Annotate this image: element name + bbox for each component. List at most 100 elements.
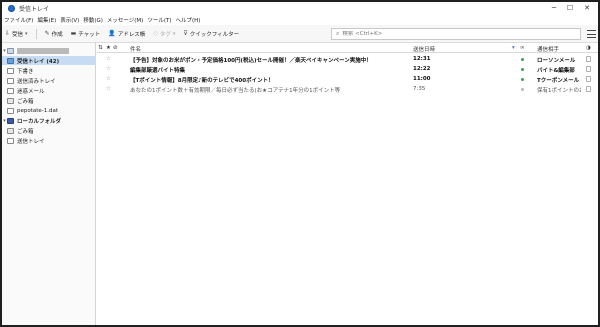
compose-label: 作成 <box>51 31 63 38</box>
message-from: 保有1ポイントのお… <box>537 88 581 94</box>
message-subject: あなたの1ポイント数＋有効期限／毎日必ず当たる(お★コアテナ1年分の1ポイント等 <box>130 88 341 94</box>
message-date: 7:35 <box>413 86 426 92</box>
quick-filter-button[interactable]: ⊽ クイックフィルター <box>183 30 239 38</box>
folder-trash[interactable]: ごみ箱 <box>2 96 96 105</box>
unread-dot-icon[interactable] <box>521 78 524 81</box>
folder-label: 送信済みトレイ <box>17 78 56 85</box>
filter-icon: ⊽ <box>183 30 188 37</box>
junk-status-icon[interactable] <box>586 86 591 92</box>
menu-view[interactable]: 表示(V) <box>60 16 79 24</box>
compose-button[interactable]: ✎ 作成 <box>45 30 63 38</box>
junk-status-icon[interactable] <box>586 66 591 72</box>
title-bar: 受信トレイ ─ ☐ ✕ <box>2 2 598 14</box>
maximize-button[interactable]: ☐ <box>561 2 579 14</box>
star-icon[interactable]: ☆ <box>106 86 111 92</box>
sort-status-icon[interactable]: ▾ <box>512 45 515 51</box>
message-list-header: ⇅ ★ ⊘ 件名 送信日時 ▾ ∞ 通信相手 ◑ <box>97 43 598 53</box>
account-icon <box>7 47 14 54</box>
folder-account[interactable]: ▾ <box>2 46 96 55</box>
folder-label: ローカルフォルダ <box>17 118 62 125</box>
folder-label: 送信トレイ <box>17 138 45 145</box>
menu-edit[interactable]: 編集(E) <box>37 16 56 24</box>
message-subject: 【Tポイント情報】8月限定♪新のテレビで400ポイント！ <box>130 78 274 84</box>
get-messages-label: 受信 <box>12 31 24 38</box>
thread-column-icon[interactable]: ⇅ <box>98 45 103 51</box>
star-icon[interactable]: ☆ <box>106 76 111 82</box>
folder-label: pepotate-1.dat <box>17 107 59 114</box>
chat-icon: ▬ <box>70 30 77 37</box>
folder-sent[interactable]: 送信済みトレイ <box>2 76 96 85</box>
folder-pane: ▾ 受信トレイ (42) 下書き 送信済みトレイ 迷惑メール ごみ箱 pepot… <box>2 43 96 325</box>
unread-dot-icon[interactable] <box>521 68 524 71</box>
message-row[interactable]: ☆ 【予告】対象のお米がポン・予定価格100円(税込)セール開催！／楽天ペイキャ… <box>97 54 598 64</box>
address-book-button[interactable]: 👤 アドレス帳 <box>108 30 145 38</box>
folder-label: 迷惑メール <box>17 88 45 95</box>
junk-icon <box>7 87 14 94</box>
message-from: バイト&編集部 <box>537 68 575 74</box>
star-icon[interactable]: ☆ <box>106 56 111 62</box>
message-subject: 【予告】対象のお米がポン・予定価格100円(税込)セール開催！／楽天ペイキャンペ… <box>130 58 372 64</box>
message-list: ⇅ ★ ⊘ 件名 送信日時 ▾ ∞ 通信相手 ◑ ☆ 【予告】対象のお米がポン・… <box>97 43 598 325</box>
star-icon[interactable]: ☆ <box>106 66 111 72</box>
folder-outbox[interactable]: 送信トレイ <box>2 136 96 145</box>
hamburger-menu-icon[interactable] <box>587 30 596 38</box>
pencil-icon: ✎ <box>44 30 50 37</box>
close-button[interactable]: ✕ <box>578 2 596 14</box>
unread-dot-icon[interactable] <box>521 58 524 61</box>
mail-client-window: 受信トレイ ─ ☐ ✕ ファイル(F) 編集(E) 表示(V) 移動(G) メッ… <box>0 0 600 327</box>
tag-icon: ◇ <box>153 30 158 37</box>
message-row[interactable]: ☆ 【Tポイント情報】8月限定♪新のテレビで400ポイント！ 11:00 Tクー… <box>97 74 598 84</box>
subject-column-header[interactable]: 件名 <box>130 45 141 53</box>
search-icon: ⌕ <box>336 30 340 37</box>
folder-local-folders[interactable]: ▾ ローカルフォルダ <box>2 116 96 125</box>
correspondent-column-header[interactable]: 通信相手 <box>537 45 559 53</box>
folder-label: ごみ箱 <box>17 128 34 135</box>
tag-button[interactable]: ◇ タグ ▾ <box>153 30 175 38</box>
folder-pepotate[interactable]: pepotate-1.dat <box>2 106 96 115</box>
message-row[interactable]: ☆ 編集部厳選バイト特集 12:22 バイト&編集部 <box>97 64 598 74</box>
menu-file[interactable]: ファイル(F) <box>4 16 33 24</box>
junk-column-icon[interactable]: ∞ <box>520 45 525 51</box>
message-from: ローソンメール <box>537 58 576 64</box>
message-subject: 編集部厳選バイト特集 <box>130 68 186 74</box>
menu-tools[interactable]: ツール(T) <box>147 16 171 24</box>
account-name <box>17 47 69 54</box>
menu-help[interactable]: ヘルプ(H) <box>175 16 200 24</box>
date-column-header[interactable]: 送信日時 <box>413 45 435 53</box>
star-column-icon[interactable]: ★ <box>106 45 111 51</box>
attachment-column-icon[interactable]: ⊘ <box>113 45 118 51</box>
get-messages-button[interactable]: ⇩ 受信 ▾ <box>5 30 28 38</box>
folder-junk[interactable]: 迷惑メール <box>2 86 96 95</box>
menu-bar: ファイル(F) 編集(E) 表示(V) 移動(G) メッセージ(M) ツール(T… <box>2 14 598 25</box>
junk-status-icon[interactable] <box>586 76 591 82</box>
junk-status-icon[interactable] <box>586 56 591 62</box>
dropdown-arrow-icon[interactable]: ▾ <box>25 31 28 37</box>
search-box[interactable]: ⌕ <box>331 28 581 40</box>
trash-icon <box>7 97 14 104</box>
menu-go[interactable]: 移動(G) <box>83 16 103 24</box>
folder-local-trash[interactable]: ごみ箱 <box>2 126 96 135</box>
search-input[interactable] <box>342 31 543 37</box>
menu-message[interactable]: メッセージ(M) <box>107 16 143 24</box>
folder-label: 下書き <box>17 68 34 75</box>
inbox-icon <box>7 57 14 64</box>
column-picker-icon[interactable]: ◑ <box>586 45 591 51</box>
read-dot-icon[interactable] <box>521 88 524 91</box>
address-book-label: アドレス帳 <box>117 31 146 38</box>
outbox-icon <box>7 137 14 144</box>
folder-drafts[interactable]: 下書き <box>2 66 96 75</box>
chat-label: チャット <box>78 31 101 38</box>
folder-inbox[interactable]: 受信トレイ (42) <box>2 56 96 65</box>
folder-label: ごみ箱 <box>17 98 34 105</box>
sent-icon <box>7 77 14 84</box>
chat-button[interactable]: ▬ チャット <box>71 30 101 38</box>
download-icon: ⇩ <box>5 30 11 37</box>
person-icon: 👤 <box>108 30 116 37</box>
message-date: 12:31 <box>413 56 431 62</box>
drafts-icon <box>7 67 14 74</box>
folder-label: 受信トレイ (42) <box>17 58 60 65</box>
local-folders-icon <box>7 117 14 124</box>
message-row[interactable]: ☆ あなたの1ポイント数＋有効期限／毎日必ず当たる(お★コアテナ1年分の1ポイン… <box>97 84 598 94</box>
quick-filter-label: クイックフィルター <box>189 31 240 38</box>
dropdown-arrow-icon: ▾ <box>172 30 176 37</box>
